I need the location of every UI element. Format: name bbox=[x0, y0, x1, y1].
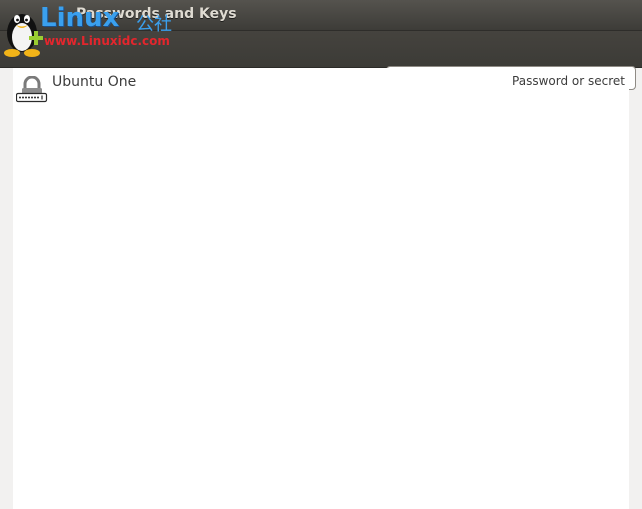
title-bar[interactable]: Passwords and Keys bbox=[0, 0, 642, 31]
app-window: Passwords and Keys Filter Ubuntu One Pas… bbox=[0, 0, 642, 509]
window-title: Passwords and Keys bbox=[76, 6, 237, 22]
item-list: Ubuntu One Password or secret bbox=[13, 68, 629, 509]
list-item[interactable]: Ubuntu One Password or secret bbox=[13, 68, 629, 108]
item-name: Ubuntu One bbox=[52, 74, 137, 90]
item-type: Password or secret bbox=[512, 74, 625, 88]
password-lock-icon bbox=[16, 76, 48, 103]
toolbar bbox=[0, 31, 642, 90]
